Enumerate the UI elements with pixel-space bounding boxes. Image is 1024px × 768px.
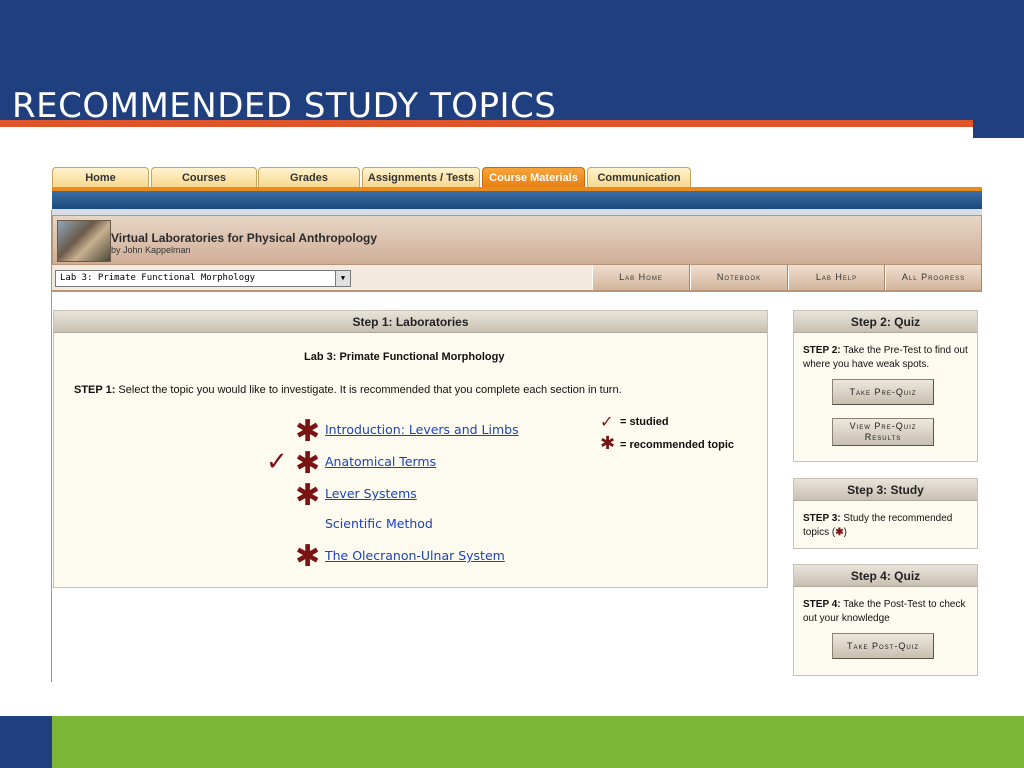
step4-label: STEP 4: — [803, 599, 841, 610]
lab-home-button[interactable]: Lab Home — [592, 265, 690, 290]
recommended-star-icon: ✱ — [295, 478, 321, 513]
slide: RECOMMENDED STUDY TOPICS Home Courses Gr… — [0, 0, 1024, 768]
book-cover-image — [57, 220, 111, 262]
step1-panel: Step 1: Laboratories Lab 3: Primate Func… — [53, 310, 768, 588]
slide-footer-green — [52, 716, 1024, 768]
inline-star-icon: ✱ — [835, 527, 844, 538]
slide-footer-blue — [0, 716, 52, 768]
topic-link-introduction[interactable]: Introduction: Levers and Limbs — [325, 422, 519, 437]
lab-select-value: Lab 3: Primate Functional Morphology — [60, 273, 256, 283]
step2-heading: Step 2: Quiz — [794, 311, 977, 333]
step1-instruction-text: Select the topic you would like to inves… — [115, 384, 622, 396]
step3-text: STEP 3: Study the recommended topics (✱) — [803, 512, 973, 540]
step2-panel: Step 2: Quiz STEP 2: Take the Pre-Test t… — [793, 310, 978, 462]
legend-studied: = studied — [620, 416, 669, 428]
step3-label: STEP 3: — [803, 513, 841, 524]
step1-heading: Step 1: Laboratories — [54, 311, 767, 333]
lab-title: Lab 3: Primate Functional Morphology — [304, 351, 505, 363]
all-progress-button[interactable]: All Progress — [885, 265, 982, 290]
tab-home[interactable]: Home — [52, 167, 149, 188]
view-pre-quiz-results-button[interactable]: View Pre-Quiz Results — [832, 418, 934, 446]
recommended-star-icon: ✱ — [295, 414, 321, 449]
secondary-nav-bar — [52, 191, 982, 209]
step1-label: STEP 1: — [74, 384, 116, 396]
lab-select[interactable]: Lab 3: Primate Functional Morphology ▼ — [55, 270, 351, 287]
lab-toolbar: Lab 3: Primate Functional Morphology ▼ L… — [52, 265, 982, 292]
step4-heading: Step 4: Quiz — [794, 565, 977, 587]
step1-instruction: STEP 1: Select the topic you would like … — [74, 384, 622, 396]
slide-header-corner — [973, 120, 1024, 138]
step2-label: STEP 2: — [803, 345, 841, 356]
slide-title-gap — [0, 127, 973, 138]
topic-link-olecranon-ulnar[interactable]: The Olecranon-Ulnar System — [325, 548, 505, 563]
step3-body-end: ) — [843, 527, 847, 538]
chevron-down-icon[interactable]: ▼ — [335, 271, 350, 286]
step2-text: STEP 2: Take the Pre-Test to find out wh… — [803, 344, 973, 372]
take-post-quiz-button[interactable]: Take Post-Quiz — [832, 633, 934, 659]
step4-panel: Step 4: Quiz STEP 4: Take the Post-Test … — [793, 564, 978, 676]
slide-title: RECOMMENDED STUDY TOPICS — [12, 86, 557, 126]
tab-grades[interactable]: Grades — [258, 167, 360, 188]
step3-heading: Step 3: Study — [794, 479, 977, 501]
topic-link-anatomical-terms[interactable]: Anatomical Terms — [325, 454, 436, 469]
legend-star-icon: ✱ — [600, 433, 616, 454]
tab-course-materials[interactable]: Course Materials — [482, 167, 585, 188]
legend-check-icon: ✓ — [600, 412, 614, 431]
lab-help-button[interactable]: Lab Help — [788, 265, 885, 290]
studied-check-icon: ✓ — [266, 447, 288, 477]
main-tab-bar: Home Courses Grades Assignments / Tests … — [52, 167, 982, 188]
book-title: Virtual Laboratories for Physical Anthro… — [111, 231, 378, 245]
tab-assignments-tests[interactable]: Assignments / Tests — [362, 167, 480, 188]
topic-link-scientific-method[interactable]: Scientific Method — [325, 516, 433, 531]
step3-panel: Step 3: Study STEP 3: Study the recommen… — [793, 478, 978, 549]
book-author: by John Kappelman — [111, 245, 191, 255]
legend-recommended: = recommended topic — [620, 439, 735, 451]
step4-text: STEP 4: Take the Post-Test to check out … — [803, 598, 968, 626]
view-results-line1: View Pre-Quiz — [849, 421, 917, 431]
recommended-star-icon: ✱ — [295, 539, 321, 574]
recommended-star-icon: ✱ — [295, 446, 321, 481]
topic-link-lever-systems[interactable]: Lever Systems — [325, 486, 417, 501]
tab-communication[interactable]: Communication — [587, 167, 691, 188]
tab-courses[interactable]: Courses — [151, 167, 257, 188]
view-results-line2: Results — [864, 432, 902, 442]
take-pre-quiz-button[interactable]: Take Pre-Quiz — [832, 379, 934, 405]
notebook-button[interactable]: Notebook — [690, 265, 788, 290]
book-header: Virtual Laboratories for Physical Anthro… — [52, 215, 982, 265]
